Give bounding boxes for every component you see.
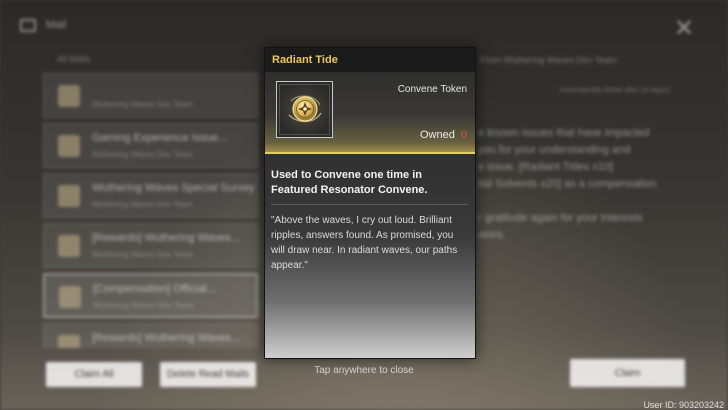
- mail-detail-line: you for your understanding and: [478, 144, 631, 156]
- mail-detail-meta: Automatically delete after 16 day(s): [560, 87, 670, 94]
- mail-list-item[interactable]: Wuthering Waves Dev Team: [43, 73, 258, 118]
- mail-detail-subtitle: From Wuthering Waves Dev Team: [480, 55, 617, 65]
- mail-list-header: All Mails: [57, 54, 91, 64]
- mail-list-item[interactable]: [Rewards] Wuthering Waves...Wuthering Wa…: [43, 323, 258, 348]
- mail-item-title: [Rewards] Wuthering Waves...: [92, 232, 240, 244]
- item-title-bar: Radiant Tide: [265, 48, 475, 72]
- description-divider: [271, 204, 469, 205]
- mail-detail-line: ators.: [478, 229, 506, 241]
- mail-title: Mail: [46, 19, 67, 31]
- item-detail-popup: Radiant Tide Convene Token Owned 0 Used …: [264, 47, 476, 359]
- mail-detail-line: [478, 193, 688, 210]
- mail-item-icon: [58, 185, 80, 207]
- claim-button[interactable]: Claim: [570, 359, 685, 387]
- mail-item-icon: [58, 85, 80, 107]
- item-flavor-text: "Above the waves, I cry out loud. Brilli…: [271, 215, 458, 271]
- owned-count: 0: [460, 129, 467, 141]
- mail-item-sender: Wuthering Waves Dev Team: [93, 301, 194, 310]
- owned-label: Owned: [419, 129, 455, 141]
- mail-list-item[interactable]: [Compensation] Official... Wuthering Wave…: [43, 273, 258, 318]
- mail-item-sender: Wuthering Waves Dev Team: [92, 100, 193, 109]
- mail-detail-line: r gratitude again for your interests: [478, 212, 643, 224]
- close-icon[interactable]: ✕: [674, 16, 694, 40]
- delete-read-mails-button[interactable]: Delete Read Mails: [160, 362, 256, 387]
- mail-item-icon: [58, 335, 80, 348]
- owned-row: Owned 0: [420, 129, 467, 141]
- item-type: Convene Token: [397, 84, 467, 95]
- radiant-tide-token-icon: [288, 95, 322, 123]
- mail-item-icon: [59, 286, 81, 308]
- mail-list-item[interactable]: Gaming Experience Issue... Wuthering Wave…: [43, 123, 258, 168]
- mail-detail-line: ital Solvents x20] as a compensation: [478, 178, 657, 190]
- mail-list-item[interactable]: [Rewards] Wuthering Waves... Wuthering Wa…: [43, 223, 258, 268]
- mail-item-title: Gaming Experience Issue...: [92, 132, 228, 144]
- mail-item-sender: Wuthering Waves Dev Team: [92, 200, 193, 209]
- mail-item-title: [Rewards] Wuthering Waves...: [92, 332, 240, 344]
- mail-item-title: [Compensation] Official...: [93, 283, 216, 295]
- mail-item-sender: Wuthering Waves Dev Team: [92, 250, 193, 259]
- user-id-label: User ID: 903203242: [643, 400, 724, 410]
- item-name: Radiant Tide: [272, 54, 338, 66]
- mail-icon: [20, 19, 36, 32]
- mail-header: Mail ✕: [0, 10, 728, 42]
- mail-detail-line: e issue. [Radiant Tides x10]: [478, 161, 614, 173]
- mail-detail-line: e known issues that have impacted: [478, 127, 650, 139]
- mail-item-icon: [58, 235, 80, 257]
- item-usage-text: Used to Convene one time in Featured Res…: [271, 169, 428, 196]
- item-summary: Convene Token Owned 0: [265, 72, 475, 154]
- mail-list: All Mails Wuthering Waves Dev Team Gaming…: [43, 50, 258, 348]
- item-description: Used to Convene one time in Featured Res…: [265, 154, 475, 358]
- claim-all-button[interactable]: Claim All: [46, 362, 142, 387]
- item-icon-frame: [276, 81, 333, 138]
- mail-list-item[interactable]: Wuthering Waves Special Survey Wuthering …: [43, 173, 258, 218]
- mail-item-title: Wuthering Waves Special Survey: [92, 182, 255, 194]
- mail-detail-body: e known issues that have impacted you fo…: [478, 125, 688, 244]
- tap-to-close-hint[interactable]: Tap anywhere to close: [264, 365, 464, 376]
- mail-item-icon: [58, 135, 80, 157]
- mail-item-sender: Wuthering Waves Dev Team: [92, 150, 193, 159]
